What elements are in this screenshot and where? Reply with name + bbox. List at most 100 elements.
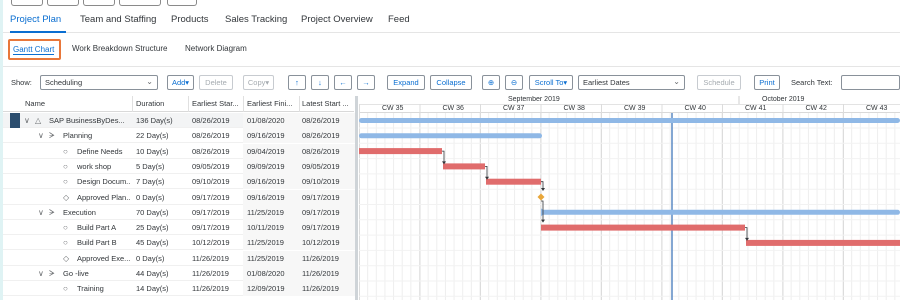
- stub-button[interactable]: [47, 0, 79, 6]
- tab-project-overview[interactable]: Project Overview: [301, 14, 373, 25]
- task-icon: ○: [63, 223, 68, 233]
- cell-earliest-start: 09/17/2019: [192, 223, 230, 233]
- column-header-earliest-finish[interactable]: Earliest Fini...: [247, 99, 292, 108]
- cell-name: SAP BusinessByDes...: [49, 116, 125, 125]
- dependency-arrowhead: [541, 219, 545, 223]
- stub-button[interactable]: [83, 0, 115, 6]
- splitter[interactable]: [355, 96, 358, 300]
- cell-earliest-start: 09/17/2019: [192, 192, 230, 202]
- schedule-button[interactable]: Schedule: [697, 75, 741, 90]
- stub-button[interactable]: [119, 0, 161, 6]
- table-row[interactable]: ∨ △ SAP BusinessByDes... 136 Day(s) 08/26/20…: [3, 113, 355, 128]
- outdent-button[interactable]: ←: [334, 75, 352, 90]
- indent-button[interactable]: →: [357, 75, 375, 90]
- week-label: CW 41: [745, 105, 767, 112]
- arrow-left-icon: ←: [339, 78, 347, 87]
- collapse-button[interactable]: Collapse: [430, 75, 472, 90]
- move-down-button[interactable]: ↓: [311, 75, 329, 90]
- dropdown-arrow-icon: ▾: [265, 78, 270, 87]
- tab-feed[interactable]: Feed: [388, 14, 410, 25]
- zoom-in-icon: ⊕: [487, 78, 495, 87]
- tab-project-plan[interactable]: Project Plan: [10, 14, 61, 25]
- tab-team-and-staffing[interactable]: Team and Staffing: [80, 14, 156, 25]
- active-tab-indicator: [10, 31, 66, 33]
- task-bar-build-part-b: [746, 239, 900, 246]
- tab-gantt-chart[interactable]: Gantt Chart: [8, 39, 61, 60]
- task-bar-work-shop: [443, 163, 485, 170]
- cell-latest-start: 08/26/2019: [302, 146, 340, 156]
- table-row[interactable]: ◇ Approved Plan... 0 Day(s) 09/17/2019 09/16…: [3, 189, 355, 205]
- phase-icon: ᗒ: [49, 131, 55, 141]
- main-tab-bar: Project Plan Team and Staffing Products …: [3, 9, 900, 33]
- search-input[interactable]: [841, 75, 900, 90]
- cell-duration: 10 Day(s): [136, 146, 169, 156]
- table-row[interactable]: ○ Define Needs 10 Day(s) 08/26/2019 09/04/20…: [3, 143, 355, 159]
- grid-header: Name Duration Earliest Star... Earliest …: [3, 96, 354, 112]
- cell-latest-start: 11/26/2019: [302, 284, 339, 294]
- tab-sales-tracking[interactable]: Sales Tracking: [225, 14, 287, 25]
- cell-duration: 0 Day(s): [136, 192, 165, 202]
- table-row[interactable]: ∨ ᗒ Go -live 44 Day(s) 11/26/2019 01/08/2020 1…: [3, 266, 355, 281]
- dropdown-arrow-icon: ▾: [185, 78, 190, 87]
- column-divider[interactable]: [188, 96, 189, 112]
- sub-tab-bar: Gantt Chart Work Breakdown Structure Net…: [3, 34, 900, 64]
- scroll-to-button[interactable]: Scroll To▾: [529, 75, 573, 90]
- summary-bar-execution: [541, 209, 900, 215]
- zoom-out-button[interactable]: ⊖: [505, 75, 523, 90]
- move-up-button[interactable]: ↑: [288, 75, 306, 90]
- table-row[interactable]: ○ work shop 5 Day(s) 09/05/2019 09/09/2019 09…: [3, 158, 355, 174]
- table-row[interactable]: ○ Training 14 Day(s) 11/26/2019 12/09/2019 11…: [3, 281, 355, 297]
- cell-earliest-finish: 09/16/2019: [247, 192, 285, 202]
- stub-button[interactable]: [11, 0, 43, 6]
- expand-chevron-icon[interactable]: ∨: [38, 208, 44, 217]
- column-header-name[interactable]: Name: [25, 99, 45, 108]
- arrow-down-icon: ↓: [318, 78, 322, 87]
- cell-earliest-finish: 09/04/2019: [247, 146, 285, 156]
- task-icon: ○: [63, 238, 68, 248]
- column-divider[interactable]: [299, 96, 300, 112]
- scroll-to-select[interactable]: Earliest Dates ⌄: [578, 75, 685, 90]
- gantt-chart-svg: [359, 96, 900, 300]
- scroll-to-select-value: Earliest Dates: [583, 78, 630, 87]
- stub-button[interactable]: [167, 0, 197, 6]
- cell-earliest-finish: 11/25/2019: [247, 238, 284, 248]
- gantt-chart-area: September 2019 October 2019 CW 35 CW 36 CW…: [359, 96, 900, 300]
- cell-duration: 5 Day(s): [136, 161, 165, 171]
- zoom-in-button[interactable]: ⊕: [482, 75, 500, 90]
- week-label: CW 35: [382, 105, 404, 112]
- tab-work-breakdown-structure[interactable]: Work Breakdown Structure: [72, 44, 167, 53]
- week-label: CW 38: [563, 105, 585, 112]
- table-row[interactable]: ○ Design Docum... 7 Day(s) 09/10/2019 09/16/…: [3, 174, 355, 190]
- delete-button[interactable]: Delete: [199, 75, 233, 90]
- task-icon: ○: [63, 161, 68, 171]
- column-divider[interactable]: [243, 96, 244, 112]
- table-row[interactable]: ∨ ᗒ Execution 70 Day(s) 09/17/2019 11/25/2019…: [3, 204, 355, 220]
- table-row[interactable]: ◇ Approved Exe... 0 Day(s) 11/26/2019 11/25/…: [3, 250, 355, 266]
- table-row[interactable]: ○ Build Part A 25 Day(s) 09/17/2019 10/11/20…: [3, 220, 355, 236]
- add-button-label: Add: [171, 78, 186, 87]
- copy-button[interactable]: Copy▾: [243, 75, 274, 90]
- expand-button[interactable]: Expand: [387, 75, 425, 90]
- table-row[interactable]: ○ Build Part B 45 Day(s) 10/12/2019 11/25/20…: [3, 235, 355, 251]
- column-header-earliest-start[interactable]: Earliest Star...: [192, 99, 239, 108]
- week-label: CW 40: [684, 105, 706, 112]
- show-select[interactable]: Scheduling ⌄: [40, 75, 158, 90]
- tab-products[interactable]: Products: [171, 14, 209, 25]
- summary-bar-project: [359, 118, 900, 123]
- cell-latest-start: 11/26/2019: [302, 253, 339, 263]
- column-divider[interactable]: [132, 96, 133, 112]
- copy-button-label: Copy: [247, 78, 266, 87]
- cell-name: Approved Exe...: [77, 253, 131, 263]
- tab-network-diagram[interactable]: Network Diagram: [185, 44, 247, 53]
- expand-chevron-icon[interactable]: ∨: [38, 269, 44, 278]
- column-header-latest-start[interactable]: Latest Start ...: [302, 99, 349, 108]
- column-header-duration[interactable]: Duration: [136, 99, 164, 108]
- cell-name: Training: [77, 284, 104, 294]
- print-button[interactable]: Print: [754, 75, 780, 90]
- row-selector[interactable]: [10, 113, 20, 128]
- expand-chevron-icon[interactable]: ∨: [24, 116, 30, 125]
- add-button[interactable]: Add▾: [167, 75, 194, 90]
- expand-chevron-icon[interactable]: ∨: [38, 131, 44, 140]
- cell-earliest-start: 11/26/2019: [192, 253, 229, 263]
- table-row[interactable]: ∨ ᗒ Planning 22 Day(s) 08/26/2019 09/16/2019 0…: [3, 128, 355, 144]
